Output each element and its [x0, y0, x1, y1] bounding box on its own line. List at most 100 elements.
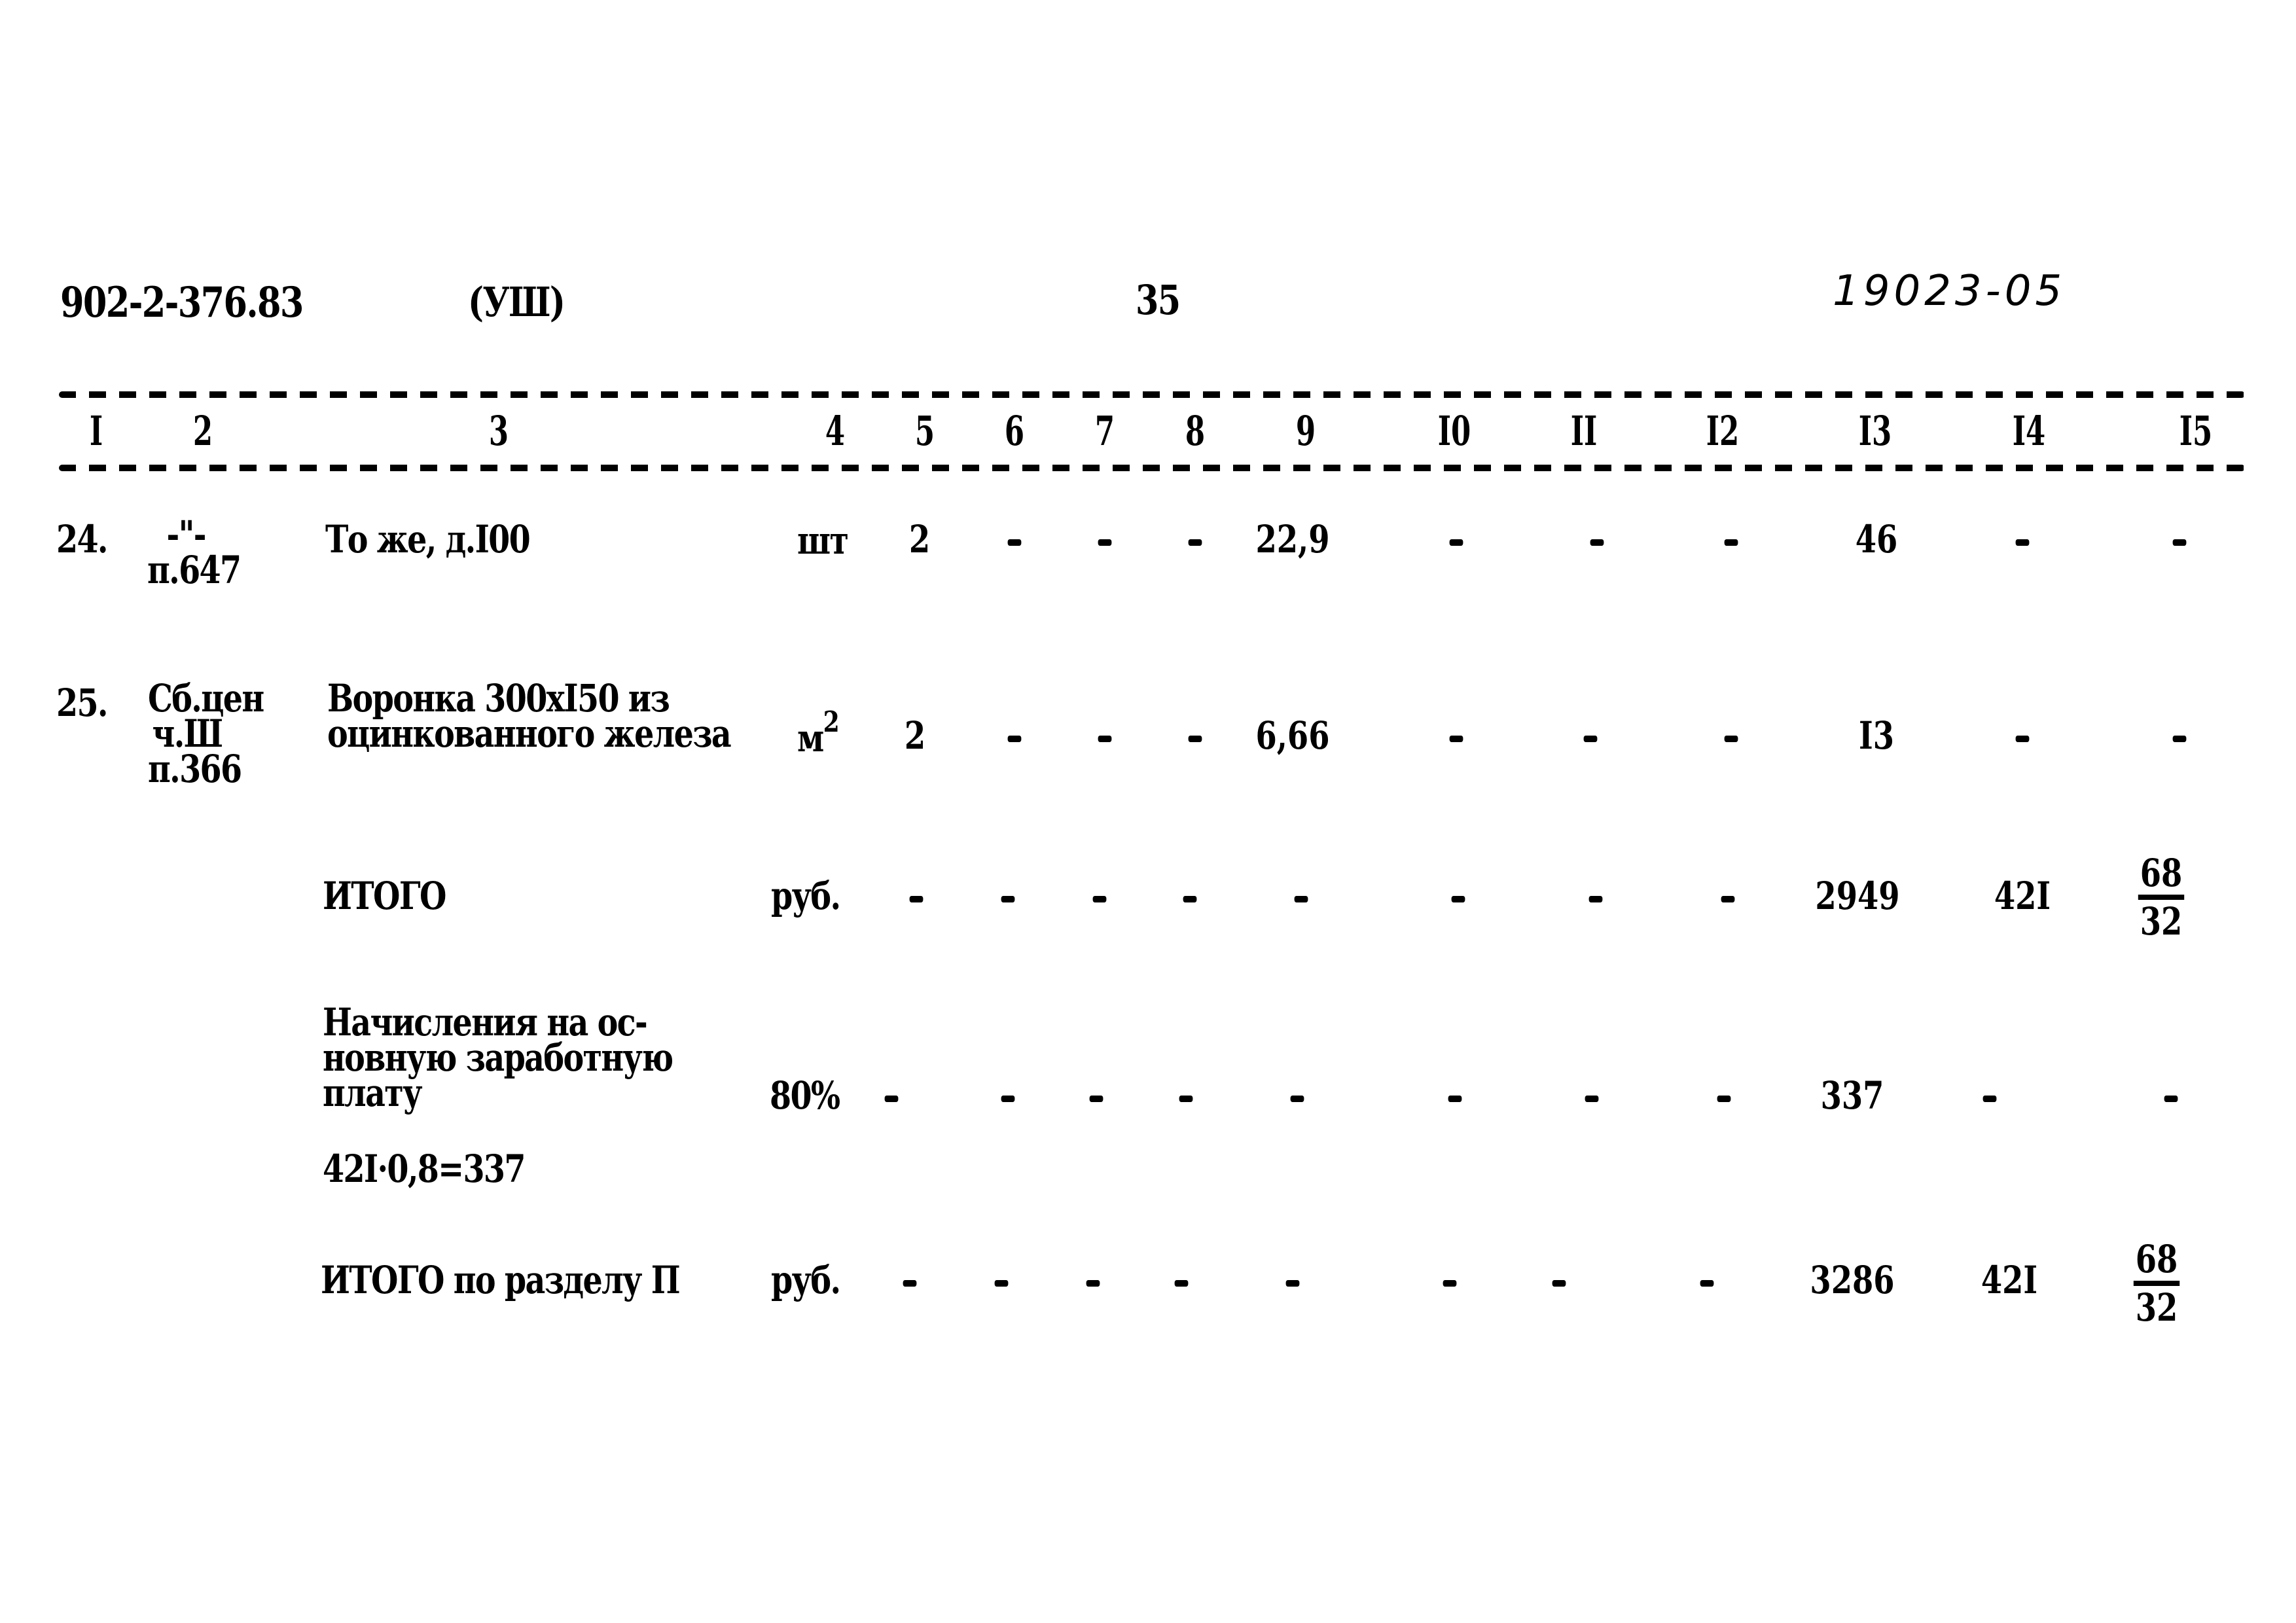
cell-c9: [1235, 1258, 1350, 1302]
cell-unit-price: 6,66: [1255, 713, 1330, 758]
cell-wages: [1932, 1073, 2047, 1118]
label-line: новную заработную: [323, 1035, 673, 1080]
column-header: I2: [1706, 407, 1740, 455]
total-label: Начисления на ос- новную заработную плат…: [323, 1003, 673, 1115]
cell-c14: [1965, 517, 2080, 562]
empty-value-dash: [1174, 1280, 1189, 1287]
column-header: 2: [192, 407, 213, 455]
cell-total-cost: 46: [1855, 517, 1898, 562]
empty-value-dash: [2172, 736, 2187, 742]
empty-value-dash: [1188, 736, 1202, 742]
cell-c14: [1965, 713, 2080, 758]
reference-line: -"-: [166, 512, 207, 557]
empty-value-dash: [884, 1096, 899, 1102]
section-marker: (УШ): [468, 278, 565, 326]
row-reference: Сб.цен ч.Ш п.366: [148, 679, 264, 791]
cell-c12: [1674, 517, 1789, 562]
empty-value-dash: [1285, 1280, 1300, 1287]
column-header: I3: [1858, 407, 1892, 455]
empty-value-dash: [1007, 539, 1022, 546]
empty-value-dash: [1290, 1096, 1304, 1102]
empty-value-dash: [1449, 736, 1463, 742]
empty-value-dash: [2164, 1096, 2178, 1102]
cell-c9: [1240, 1073, 1355, 1118]
empty-value-dash: [1448, 1096, 1462, 1102]
empty-value-dash: [1590, 539, 1604, 546]
cell-c11: [1538, 874, 1653, 918]
cell-c10: [1392, 1258, 1507, 1302]
cell-wages: 42I: [1994, 874, 2051, 918]
cell-c15-fraction: 68 32: [2104, 851, 2219, 943]
empty-value-dash: [1982, 1096, 1997, 1102]
column-header: 8: [1185, 407, 1206, 455]
empty-value-dash: [1583, 736, 1598, 742]
total-label: ИТОГО: [323, 874, 446, 918]
empty-value-dash: [1449, 539, 1463, 546]
cell-c12: [1666, 1073, 1782, 1118]
column-header: 5: [914, 407, 935, 455]
reference-line: п.366: [148, 747, 242, 791]
fraction-numerator: 68: [2133, 1238, 2180, 1286]
cell-quantity: 2: [904, 713, 926, 758]
inventory-number: 19023-05: [1833, 267, 2066, 315]
unit-text: м: [797, 716, 824, 760]
cell-wages: 42I: [1981, 1258, 2038, 1302]
empty-value-dash: [994, 1280, 1009, 1287]
row-number: 24.: [56, 517, 108, 562]
total-unit: руб.: [771, 1258, 841, 1302]
column-header: 3: [488, 407, 509, 455]
empty-value-dash: [1724, 539, 1738, 546]
empty-value-dash: [1443, 1280, 1457, 1287]
fraction-numerator: 68: [2138, 851, 2185, 900]
label-line: плату: [323, 1071, 423, 1115]
cell-c15: [2113, 1073, 2229, 1118]
cell-c10: [1397, 1073, 1513, 1118]
fraction-denominator: 32: [2135, 1285, 2178, 1330]
description-line: Воронка 300хI50 из: [327, 676, 670, 721]
total-unit: руб.: [771, 874, 841, 918]
empty-value-dash: [1086, 1280, 1100, 1287]
empty-value-dash: [1007, 736, 1022, 742]
empty-value-dash: [1721, 896, 1735, 902]
header-bottom-rule: [59, 465, 2245, 471]
column-header: 9: [1295, 407, 1316, 455]
cell-c15-fraction: 68 32: [2099, 1237, 2214, 1329]
cell-c11: [1534, 1073, 1649, 1118]
cell-c10: [1399, 517, 1514, 562]
cell-c10: [1401, 874, 1516, 918]
empty-value-dash: [1700, 1280, 1714, 1287]
calculation-formula: 42I·0,8=337: [323, 1147, 526, 1191]
cell-unit-price: 22,9: [1255, 517, 1330, 562]
empty-value-dash: [2172, 539, 2187, 546]
empty-value-dash: [1451, 896, 1465, 902]
cell-c15: [2122, 713, 2237, 758]
empty-value-dash: [2015, 539, 2030, 546]
cell-total-cost: 2949: [1815, 874, 1900, 918]
reference-line: ч.Ш: [152, 711, 223, 756]
cell-c5: [834, 1073, 949, 1118]
cell-c15: [2122, 517, 2237, 562]
empty-value-dash: [1588, 896, 1603, 902]
page-number: 35: [1136, 276, 1181, 324]
document-code: 902-2-376.83: [60, 278, 304, 327]
empty-value-dash: [1183, 896, 1197, 902]
row-unit: м2: [797, 708, 840, 761]
column-header: 7: [1094, 407, 1115, 455]
row-reference: -"- п.647: [147, 512, 242, 589]
empty-value-dash: [2015, 736, 2030, 742]
column-header: I5: [2179, 407, 2213, 455]
cell-c11: [1501, 1258, 1617, 1302]
cell-total-cost: 3286: [1810, 1258, 1895, 1302]
column-header: II: [1570, 407, 1598, 455]
empty-value-dash: [1294, 896, 1308, 902]
empty-value-dash: [1179, 1096, 1193, 1102]
cell-c12: [1649, 1258, 1765, 1302]
empty-value-dash: [1001, 896, 1015, 902]
empty-value-dash: [1001, 1096, 1015, 1102]
column-header: 6: [1004, 407, 1025, 455]
cell-c8: [1124, 1258, 1239, 1302]
column-header: I4: [2012, 407, 2046, 455]
unit-superscript: 2: [823, 705, 840, 739]
empty-value-dash: [1724, 736, 1738, 742]
cell-c9: [1244, 874, 1359, 918]
